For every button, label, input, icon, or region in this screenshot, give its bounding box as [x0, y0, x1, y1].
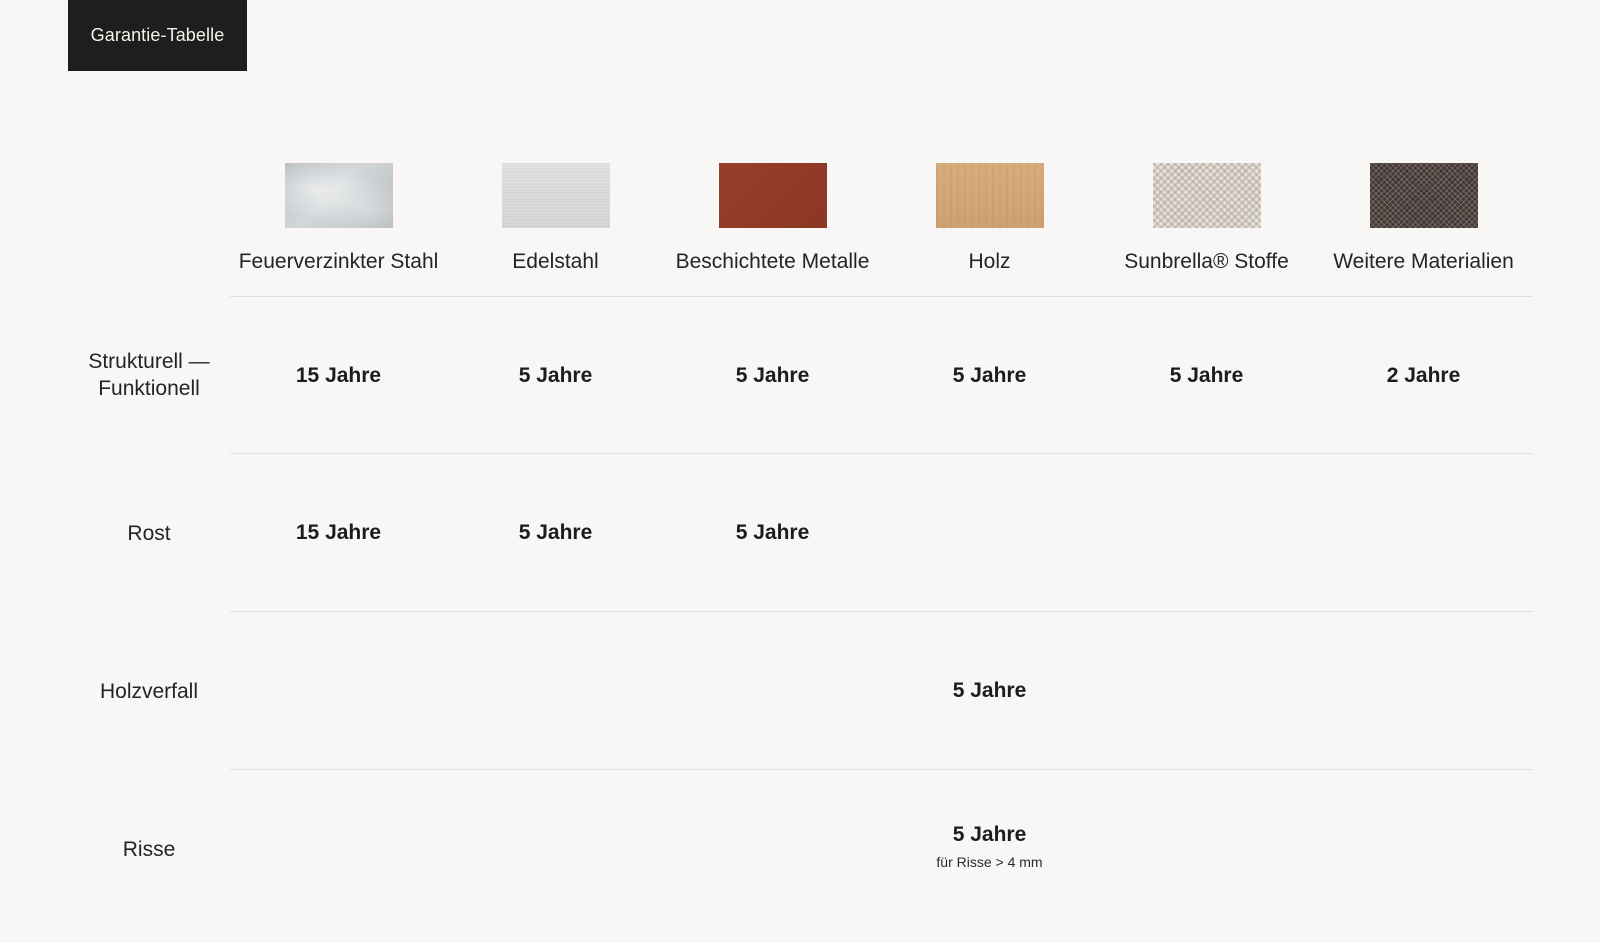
- row-label-structural-functional: Strukturell — Funktionell: [88, 350, 210, 400]
- warranty-value: 5 Jahre: [952, 679, 1027, 702]
- warranty-value: 5 Jahre: [952, 364, 1027, 387]
- warranty-value: 5 Jahre: [735, 364, 810, 387]
- column-header-sunbrella-fabrics: Sunbrella® Stoffe: [1098, 160, 1315, 274]
- column-header-label: Sunbrella® Stoffe: [1124, 250, 1289, 273]
- column-header-coated-metals: Beschichtete Metalle: [664, 160, 881, 274]
- column-header-stainless-steel: Edelstahl: [447, 160, 664, 274]
- row-divider: [230, 296, 1533, 297]
- column-header-label: Beschichtete Metalle: [675, 250, 870, 273]
- row-divider: [230, 769, 1533, 770]
- row-label-cracks: Risse: [122, 838, 176, 861]
- wood-swatch: [935, 163, 1044, 228]
- warranty-value: 2 Jahre: [1386, 364, 1461, 387]
- table-cell: 5 Jahre: [1098, 364, 1315, 388]
- warranty-value: 15 Jahre: [295, 364, 382, 387]
- column-header-label: Edelstahl: [512, 250, 599, 273]
- table-cell: 15 Jahre: [230, 521, 447, 545]
- fabric-swatch: [1152, 163, 1261, 228]
- table-cell: 5 Jahre: [881, 364, 1098, 388]
- galvanized-steel-swatch: [284, 163, 393, 228]
- column-header-label: Feuerverzinkter Stahl: [238, 250, 439, 273]
- warranty-value: 5 Jahre: [518, 364, 593, 387]
- column-header-wood: Holz: [881, 160, 1098, 274]
- row-label-rust: Rost: [127, 522, 171, 545]
- row-divider: [230, 453, 1533, 454]
- table-cell: 15 Jahre: [230, 364, 447, 388]
- column-header-galvanized-steel: Feuerverzinkter Stahl: [230, 160, 447, 274]
- table-cell: 2 Jahre: [1315, 364, 1532, 388]
- table-cell: 5 Jahre für Risse > 4 mm: [881, 823, 1098, 871]
- warranty-value: 5 Jahre: [952, 823, 1027, 846]
- column-header-label: Weitere Materialien: [1333, 250, 1514, 273]
- table-cell: 5 Jahre: [881, 679, 1098, 703]
- row-divider: [230, 611, 1533, 612]
- coated-metal-swatch: [718, 163, 827, 228]
- column-header-label: Holz: [968, 250, 1011, 273]
- warranty-note: für Risse > 4 mm: [936, 854, 1043, 870]
- row-label-wood-decay: Holzverfall: [99, 680, 199, 703]
- stainless-steel-swatch: [501, 163, 610, 228]
- table-cell: 5 Jahre: [664, 521, 881, 545]
- warranty-value: 5 Jahre: [735, 521, 810, 544]
- table-cell: 5 Jahre: [447, 521, 664, 545]
- warranty-table-tab[interactable]: Garantie-Tabelle: [68, 0, 247, 71]
- table-cell: 5 Jahre: [447, 364, 664, 388]
- warranty-value: 15 Jahre: [295, 521, 382, 544]
- warranty-value: 5 Jahre: [1169, 364, 1244, 387]
- warranty-value: 5 Jahre: [518, 521, 593, 544]
- other-material-swatch: [1369, 163, 1478, 228]
- table-cell: 5 Jahre: [664, 364, 881, 388]
- column-header-other-materials: Weitere Materialien: [1315, 160, 1532, 274]
